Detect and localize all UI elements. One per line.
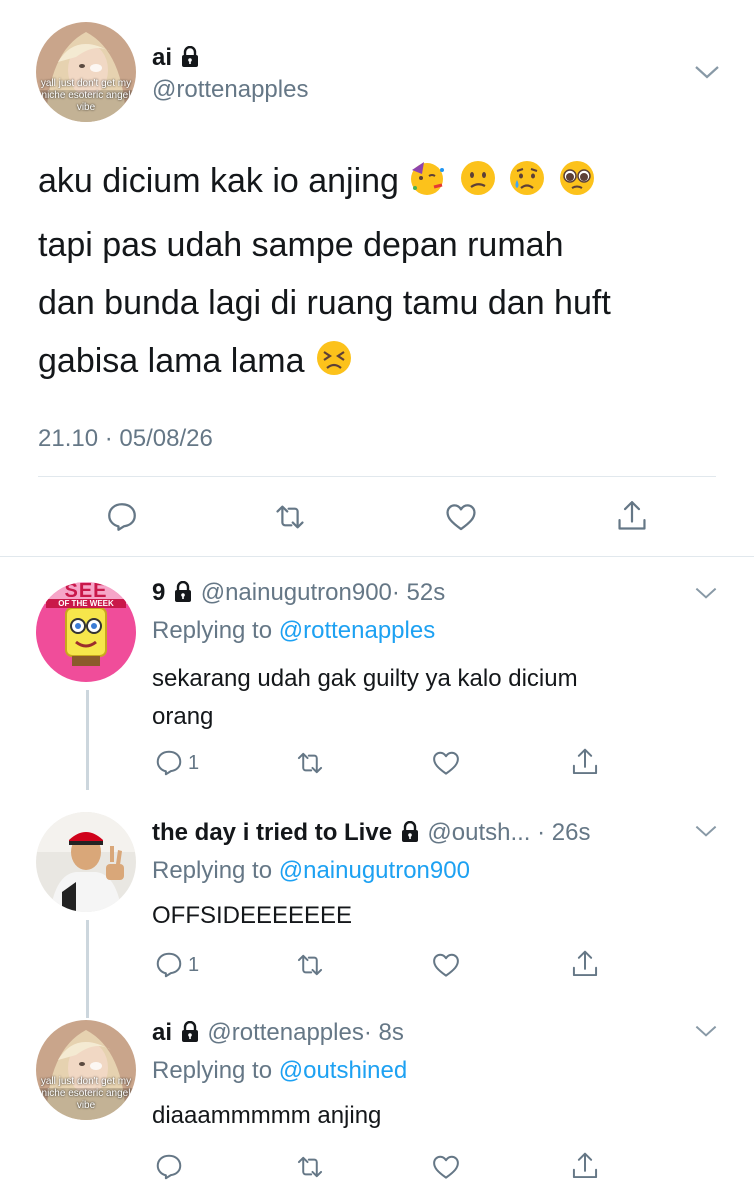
tweet-text-line: aku dicium kak io anjing <box>38 152 728 216</box>
timestamp: 21.10 · 05/08/26 <box>38 425 213 452</box>
replying-to-link[interactable]: @outshined <box>279 1057 407 1084</box>
reply-text: diaaammmmm anjing <box>152 1102 382 1129</box>
persevering-face-icon <box>314 338 354 396</box>
reply-action[interactable] <box>154 1152 184 1182</box>
chevron-down-icon[interactable] <box>694 64 720 80</box>
share-icon[interactable] <box>570 746 600 778</box>
like-icon[interactable] <box>430 748 462 778</box>
share-icon[interactable] <box>570 1150 600 1182</box>
pleading-face-icon <box>557 158 597 216</box>
relative-time: · 52s <box>391 579 446 606</box>
replying-to: Replying to @nainugutron900 <box>152 857 470 884</box>
replying-to-link[interactable]: @rottenapples <box>279 617 435 644</box>
reply-action[interactable]: 1 <box>154 748 199 778</box>
confused-face-icon <box>458 158 498 216</box>
share-icon[interactable] <box>570 948 600 980</box>
reply-header: ai @rottenapples· 8s <box>152 1018 404 1051</box>
reply-icon <box>156 1154 182 1180</box>
display-name[interactable]: ai <box>152 44 201 75</box>
lock-icon <box>179 1020 201 1051</box>
display-name-text: ai <box>152 44 173 71</box>
avatar-caption: yall just don't get my niche esoteric an… <box>40 1076 132 1111</box>
tweet-text: aku dicium kak io anjing tapi pas udah s… <box>38 152 728 396</box>
handle[interactable]: @rottenapples <box>207 1019 363 1046</box>
tweet-text-line: tapi pas udah sampe depan rumah <box>38 226 564 264</box>
handle[interactable]: @rottenapples <box>152 76 308 104</box>
chevron-down-icon[interactable] <box>694 1024 718 1038</box>
like-icon[interactable] <box>430 950 462 980</box>
reply-icon <box>156 750 182 776</box>
reply-icon[interactable] <box>105 500 139 534</box>
retweet-icon[interactable] <box>294 748 326 778</box>
reply-header: 9 @nainugutron900· 52s <box>152 578 445 611</box>
partying-face-icon <box>408 158 448 216</box>
tweet-text-line: dan bunda lagi di ruang tamu dan huft <box>38 284 611 322</box>
avatar-caption: yall just don't get my niche esoteric an… <box>40 78 132 113</box>
avatar[interactable]: yall just don't get my niche esoteric an… <box>36 22 136 122</box>
avatar[interactable] <box>36 812 136 912</box>
display-name[interactable]: 9 <box>152 579 165 606</box>
avatar[interactable]: yall just don't get my niche esoteric an… <box>36 1020 136 1120</box>
handle[interactable]: @nainugutron900 <box>201 579 392 606</box>
share-icon[interactable] <box>615 498 649 534</box>
tweet-text-line: gabisa lama lama <box>38 332 728 396</box>
reply-text: sekarang udah gak guilty ya kalo dicium … <box>152 665 578 730</box>
reply-count: 1 <box>188 751 200 774</box>
replying-to: Replying to @rottenapples <box>152 617 436 644</box>
divider <box>38 476 716 477</box>
reply-text: OFFSIDEEEEEEE <box>152 902 353 929</box>
reply-count: 1 <box>188 953 200 976</box>
relative-time: · 8s <box>363 1019 404 1046</box>
reply-icon <box>156 952 182 978</box>
display-name[interactable]: the day i tried to Live <box>152 819 392 846</box>
replying-to: Replying to @outshined <box>152 1057 408 1084</box>
lock-icon <box>172 580 194 611</box>
chevron-down-icon[interactable] <box>694 586 718 600</box>
divider <box>0 556 754 557</box>
display-name[interactable]: ai <box>152 1019 172 1046</box>
lock-icon <box>399 820 421 851</box>
crying-face-icon <box>507 158 547 216</box>
like-icon[interactable] <box>443 500 479 534</box>
retweet-icon[interactable] <box>294 950 326 980</box>
reply-header: the day i tried to Live @outsh... · 26s <box>152 818 591 851</box>
relative-time: · 26s <box>537 819 591 846</box>
thread-line <box>86 920 89 1018</box>
lock-icon <box>179 45 201 75</box>
handle[interactable]: @outsh... <box>427 819 530 846</box>
like-icon[interactable] <box>430 1152 462 1182</box>
retweet-icon[interactable] <box>272 500 308 534</box>
avatar-banner: OF THE WEEK <box>46 599 126 608</box>
retweet-icon[interactable] <box>294 1152 326 1182</box>
avatar[interactable]: SEE OF THE WEEK <box>36 582 136 682</box>
chevron-down-icon[interactable] <box>694 824 718 838</box>
replying-to-link[interactable]: @nainugutron900 <box>279 857 470 884</box>
thread-line <box>86 690 89 790</box>
reply-action[interactable]: 1 <box>154 950 199 980</box>
